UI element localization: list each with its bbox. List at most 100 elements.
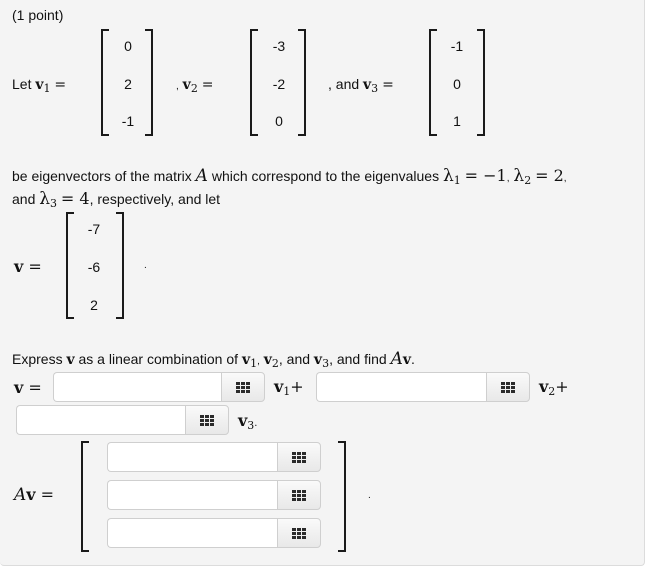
- v2-entry: -3: [272, 38, 286, 54]
- equals-sign: =: [54, 77, 67, 93]
- equation-editor-button[interactable]: [277, 442, 321, 472]
- period: .: [254, 418, 258, 429]
- v-symbol: v: [14, 378, 24, 397]
- eigen-text-line1: be eigenvectors of the matrix A which co…: [12, 166, 567, 187]
- comma: ,: [176, 81, 179, 92]
- v3-subscript: 3: [322, 357, 330, 370]
- v-entry: -6: [87, 259, 101, 275]
- eigen-text: which correspond to the eigenvalues: [211, 168, 440, 184]
- Av-entry-2-input[interactable]: [107, 480, 277, 510]
- coefficient-3-answer: [16, 405, 229, 435]
- Av-bracket-left: [81, 441, 89, 552]
- question-text-part: , and find: [329, 351, 387, 367]
- v-equals-label: v =: [14, 378, 42, 397]
- v-bracket-right: [116, 212, 124, 319]
- lambda2-symbol: λ: [513, 166, 525, 186]
- v1-symbol: v: [35, 77, 44, 93]
- Av-period: .: [368, 490, 371, 501]
- Av-label: Av =: [14, 485, 54, 505]
- v-label: v =: [14, 257, 42, 276]
- v2-symbol: v: [263, 352, 272, 368]
- lambda3-subscript: 3: [50, 197, 58, 210]
- v3-symbol: v: [238, 411, 248, 430]
- comma: ,: [257, 356, 260, 367]
- A-symbol: A: [14, 485, 27, 505]
- v1-entry: 0: [124, 38, 132, 54]
- lambda3-symbol: λ: [39, 189, 51, 209]
- A-symbol: A: [390, 349, 403, 369]
- question-text-part: as a linear combination of: [78, 351, 239, 367]
- grid-icon: [292, 489, 306, 501]
- equals-sign: =: [201, 77, 214, 93]
- respectively-text: , respectively, and let: [89, 191, 221, 207]
- v3-bracket-left: [429, 29, 437, 136]
- v-symbol: v: [14, 257, 24, 276]
- equation-editor-button[interactable]: [221, 372, 265, 402]
- v2-subscript: 2: [190, 82, 198, 95]
- grid-icon: [200, 414, 214, 426]
- v3-period-label: v3.: [238, 411, 258, 431]
- lambda2-subscript: 2: [524, 174, 532, 187]
- equation-editor-button[interactable]: [486, 372, 530, 402]
- eigen-text-line2: and λ3 = 4, respectively, and let: [12, 189, 220, 209]
- v1-symbol: v: [274, 377, 284, 396]
- Av-entry-1-input[interactable]: [107, 442, 277, 472]
- Av-entry-3-input[interactable]: [107, 518, 277, 548]
- v2-symbol: v: [539, 377, 549, 396]
- v2-subscript: 2: [271, 357, 279, 370]
- equation-editor-button[interactable]: [277, 480, 321, 510]
- v2-symbol: v: [182, 77, 191, 93]
- v2-entry: 0: [275, 113, 283, 129]
- v3-bracket-right: [477, 29, 485, 136]
- question-text: Express v as a linear combination of v1,…: [12, 349, 415, 369]
- equation-editor-button[interactable]: [277, 518, 321, 548]
- v3-label: , and v3 =: [328, 76, 394, 95]
- v1-entry: 2: [124, 76, 132, 92]
- Av-bracket-right: [338, 441, 346, 552]
- equals-sign: =: [382, 77, 394, 93]
- v-symbol: v: [402, 352, 411, 368]
- equation-editor-button[interactable]: [185, 405, 229, 435]
- let-text: Let: [12, 76, 32, 92]
- coefficient-2-input[interactable]: [316, 372, 486, 402]
- lambda3-value: = 4: [60, 189, 90, 208]
- grid-icon: [236, 381, 250, 393]
- and-text: and: [12, 191, 36, 207]
- v3-entry: -1: [450, 38, 464, 54]
- plus-sign: +: [555, 377, 569, 396]
- grid-icon: [292, 451, 306, 463]
- coefficient-2-answer: [316, 372, 530, 402]
- v1-plus-label: v1+: [274, 377, 304, 397]
- grid-icon: [292, 527, 306, 539]
- v2-label: , v2 =: [176, 76, 214, 95]
- Av-entry-1-answer: [107, 442, 321, 472]
- v3-symbol: v: [363, 77, 372, 93]
- coefficient-3-input[interactable]: [16, 405, 185, 435]
- v2-bracket-left: [250, 29, 258, 136]
- question-text-part: Express: [12, 351, 63, 367]
- plus-sign: +: [290, 377, 304, 396]
- v3-subscript: 3: [371, 82, 379, 95]
- and-text: , and: [328, 76, 360, 92]
- Av-entry-2-answer: [107, 480, 321, 510]
- lambda1-subscript: 1: [453, 174, 461, 187]
- coefficient-1-answer: [53, 372, 265, 402]
- v-entry: 2: [90, 297, 98, 313]
- v1-symbol: v: [241, 352, 251, 368]
- v-symbol: v: [66, 352, 75, 368]
- v2-plus-label: v2+: [539, 377, 569, 397]
- v3-symbol: v: [313, 352, 323, 368]
- points-label: (1 point): [12, 7, 64, 23]
- lambda2-value: = 2: [535, 166, 564, 185]
- eigen-text: be eigenvectors of the matrix: [12, 168, 192, 184]
- v1-entry: -1: [121, 113, 135, 129]
- v2-entry: -2: [272, 76, 286, 92]
- lambda1-value: = −1: [464, 166, 507, 185]
- coefficient-1-input[interactable]: [53, 372, 221, 402]
- Av-entry-3-answer: [107, 518, 321, 548]
- let-v1-label: Let v1 =: [12, 76, 67, 95]
- v3-entry: 0: [453, 76, 461, 92]
- v-bracket-left: [66, 212, 74, 319]
- v-entry: -7: [87, 221, 101, 237]
- v1-subscript: 1: [43, 82, 51, 95]
